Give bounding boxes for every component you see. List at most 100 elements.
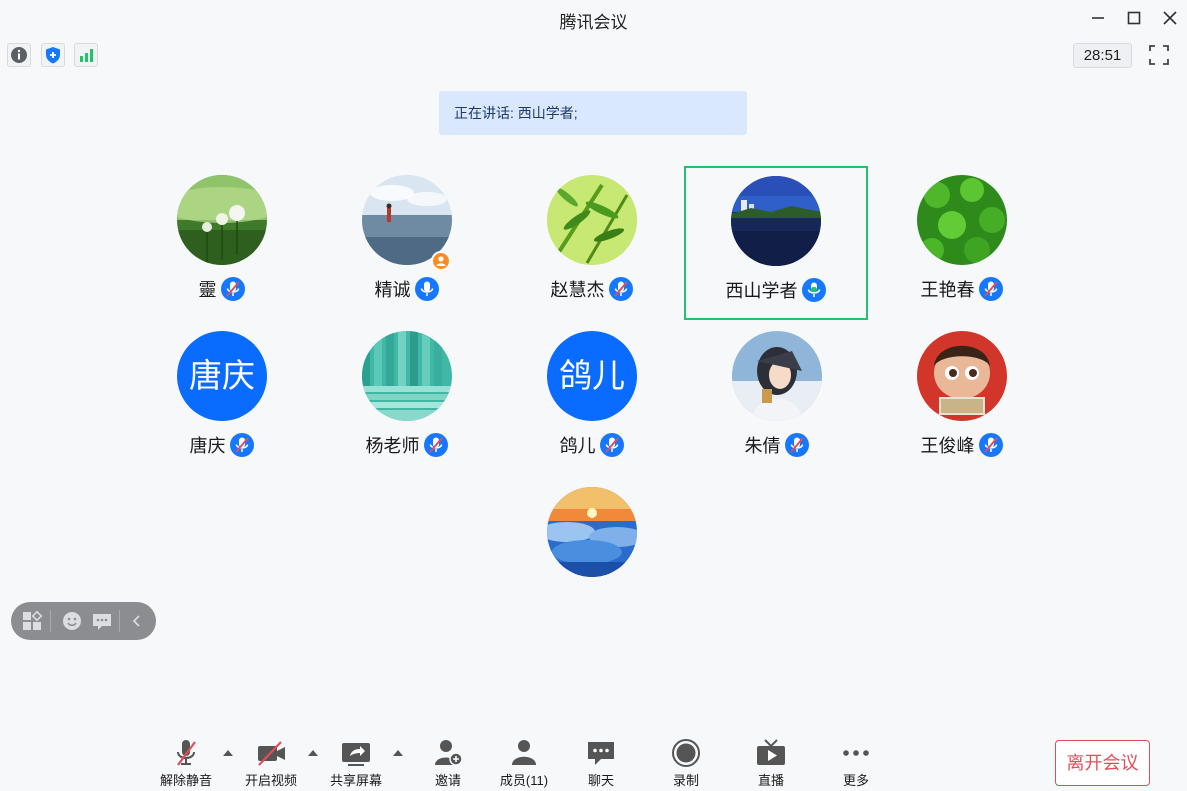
avatar: 鸽儿 xyxy=(547,331,637,421)
participant-name-row: 精诚 xyxy=(317,275,497,303)
fullscreen-icon xyxy=(1149,45,1169,65)
record-button[interactable]: 录制 xyxy=(651,738,721,788)
minimize-button[interactable] xyxy=(1088,8,1108,28)
mic-muted-icon xyxy=(229,433,254,457)
avatar xyxy=(547,175,637,265)
maximize-button[interactable] xyxy=(1124,8,1144,28)
close-icon xyxy=(1163,11,1177,25)
caret-up-icon[interactable] xyxy=(222,748,234,758)
chat-label: 聊天 xyxy=(587,773,614,788)
close-button[interactable] xyxy=(1160,8,1180,28)
participant-tile[interactable]: 赵慧杰 xyxy=(502,167,682,317)
participant-tile[interactable]: 鸽儿 鸽儿 xyxy=(502,323,682,473)
divider xyxy=(50,610,51,632)
participant-name-row: 靈 xyxy=(132,275,312,303)
members-icon xyxy=(512,740,536,765)
mic-muted-icon xyxy=(978,433,1003,457)
participant-name: 赵慧杰 xyxy=(550,280,605,300)
maximize-icon xyxy=(1127,11,1141,25)
caret-up-icon[interactable] xyxy=(392,748,404,758)
participant-name: 朱倩 xyxy=(744,436,781,456)
participant-name-row: 赵慧杰 xyxy=(502,275,682,303)
unmute-label: 解除静音 xyxy=(159,773,212,788)
participant-name: 王艳春 xyxy=(920,280,975,300)
minimize-icon xyxy=(1092,17,1104,19)
meeting-info-button[interactable] xyxy=(7,43,31,67)
participant-tile-active-speaker[interactable]: 西山学者 xyxy=(684,166,868,320)
unmute-button[interactable]: 解除静音 xyxy=(151,738,221,788)
participant-name: 靈 xyxy=(198,280,217,300)
title-bar: 腾讯会议 xyxy=(0,0,1187,36)
start-video-label: 开启视频 xyxy=(244,773,297,788)
participant-tile[interactable]: 唐庆 唐庆 xyxy=(132,323,312,473)
avatar xyxy=(917,331,1007,421)
chat-bubble-icon[interactable] xyxy=(90,609,114,633)
leave-meeting-button[interactable]: 离开会议 xyxy=(1055,740,1150,786)
participant-name: 王俊峰 xyxy=(920,436,975,456)
lake-skyline-photo xyxy=(731,176,821,266)
anime-girl-photo xyxy=(732,331,822,421)
host-badge xyxy=(431,251,451,271)
teal-stripes-photo xyxy=(362,331,452,421)
clover-photo xyxy=(917,175,1007,265)
add-user-icon xyxy=(435,740,463,766)
avatar xyxy=(917,175,1007,265)
participant-tile[interactable]: 精诚 xyxy=(317,167,497,317)
meeting-info-bar xyxy=(0,36,1187,74)
members-button[interactable]: 成员(11) xyxy=(489,738,559,788)
security-button[interactable] xyxy=(41,43,65,67)
layout-grid-icon[interactable] xyxy=(21,609,45,633)
participant-name: 鸽儿 xyxy=(559,436,596,456)
mic-muted-icon xyxy=(978,277,1003,301)
meeting-timer: 28:51 xyxy=(1073,43,1132,68)
participant-name: 杨老师 xyxy=(365,436,420,456)
avatar xyxy=(177,175,267,265)
network-status-button[interactable] xyxy=(74,43,98,67)
participant-name-row: 杨老师 xyxy=(317,431,497,459)
signal-icon xyxy=(80,49,93,62)
avatar xyxy=(362,331,452,421)
speaking-indicator: 正在讲话: 西山学者; xyxy=(439,91,747,135)
collapse-chevron-icon[interactable] xyxy=(125,609,149,633)
participant-name: 唐庆 xyxy=(189,436,226,456)
cartoon-child-photo xyxy=(917,331,1007,421)
participant-tile[interactable] xyxy=(502,479,682,589)
more-dots-icon xyxy=(843,750,869,756)
live-stream-button[interactable]: 直播 xyxy=(736,738,806,788)
participant-tile[interactable]: 王艳春 xyxy=(872,167,1052,317)
caret-up-icon[interactable] xyxy=(307,748,319,758)
divider xyxy=(119,610,120,632)
mic-speaking-icon xyxy=(801,278,826,302)
participant-tile[interactable]: 王俊峰 xyxy=(872,323,1052,473)
participant-tile[interactable]: 朱倩 xyxy=(687,323,867,473)
participant-tile[interactable]: 杨老师 xyxy=(317,323,497,473)
chat-button[interactable]: 聊天 xyxy=(566,738,636,788)
invite-label: 邀请 xyxy=(434,773,461,788)
mic-muted-icon xyxy=(220,277,245,301)
participant-name-row: 王俊峰 xyxy=(872,431,1052,459)
record-label: 录制 xyxy=(672,773,699,788)
avatar xyxy=(547,487,637,577)
record-icon xyxy=(672,739,700,767)
share-screen-label: 共享屏幕 xyxy=(329,773,382,788)
invite-button[interactable]: 邀请 xyxy=(413,738,483,788)
fullscreen-button[interactable] xyxy=(1148,44,1170,66)
window-title: 腾讯会议 xyxy=(559,13,628,32)
person-icon xyxy=(436,256,446,266)
emoji-icon[interactable] xyxy=(60,609,84,633)
participant-name-row: 西山学者 xyxy=(686,276,866,304)
participant-tile[interactable]: 靈 xyxy=(132,167,312,317)
avatar xyxy=(732,331,822,421)
more-button[interactable]: 更多 xyxy=(821,738,891,788)
info-icon xyxy=(11,47,27,63)
floating-view-panel xyxy=(11,602,156,640)
dandelion-photo xyxy=(177,175,267,265)
members-label: 成员(11) xyxy=(499,773,549,788)
mic-muted-icon xyxy=(423,433,448,457)
live-stream-label: 直播 xyxy=(757,773,784,788)
participant-name-row: 唐庆 xyxy=(132,431,312,459)
participant-name-row: 鸽儿 xyxy=(502,431,682,459)
share-screen-button[interactable]: 共享屏幕 xyxy=(321,738,391,788)
avatar: 唐庆 xyxy=(177,331,267,421)
start-video-button[interactable]: 开启视频 xyxy=(236,738,306,788)
